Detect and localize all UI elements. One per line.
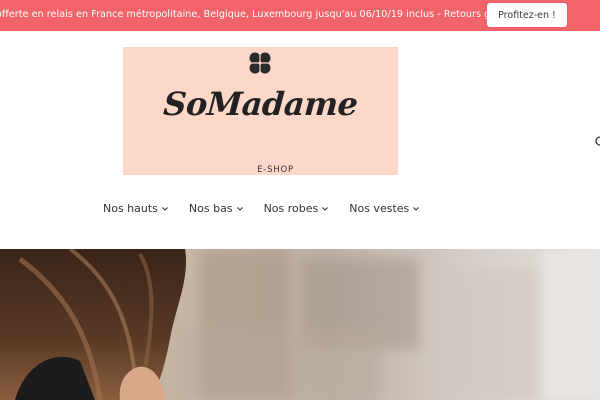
brand-logo[interactable]: SoMadame E-SHOP: [123, 47, 398, 175]
hero-image: [0, 249, 600, 400]
brand-tagline: E-SHOP: [257, 165, 294, 175]
nav-item-vestes[interactable]: Nos vestes: [349, 202, 420, 215]
hero-photo: [0, 249, 600, 400]
nav-item-hauts[interactable]: Nos hauts: [103, 202, 169, 215]
promo-cta-button[interactable]: Profitez-en !: [487, 3, 567, 27]
nav-item-robes[interactable]: Nos robes: [264, 202, 330, 215]
chevron-down-icon: [322, 206, 329, 211]
site-header: SoMadame E-SHOP Nos hauts Nos bas Nos ro…: [0, 31, 600, 249]
nav-label: Nos robes: [263, 202, 319, 215]
nav-item-bas[interactable]: Nos bas: [189, 202, 244, 215]
search-icon[interactable]: [594, 135, 600, 149]
promo-banner: offerte en relais en France métropolitai…: [0, 0, 600, 31]
brand-name: SoMadame: [162, 85, 359, 123]
nav-label: Nos vestes: [349, 202, 410, 215]
chevron-down-icon: [413, 206, 420, 211]
promo-text: offerte en relais en France métropolitai…: [0, 9, 522, 20]
chevron-down-icon: [162, 206, 168, 211]
nav-label: Nos bas: [188, 202, 233, 215]
chevron-down-icon: [236, 206, 243, 211]
main-navigation: Nos hauts Nos bas Nos robes Nos vestes: [103, 202, 440, 215]
nav-label: Nos hauts: [103, 202, 158, 215]
clover-icon: [249, 52, 271, 74]
